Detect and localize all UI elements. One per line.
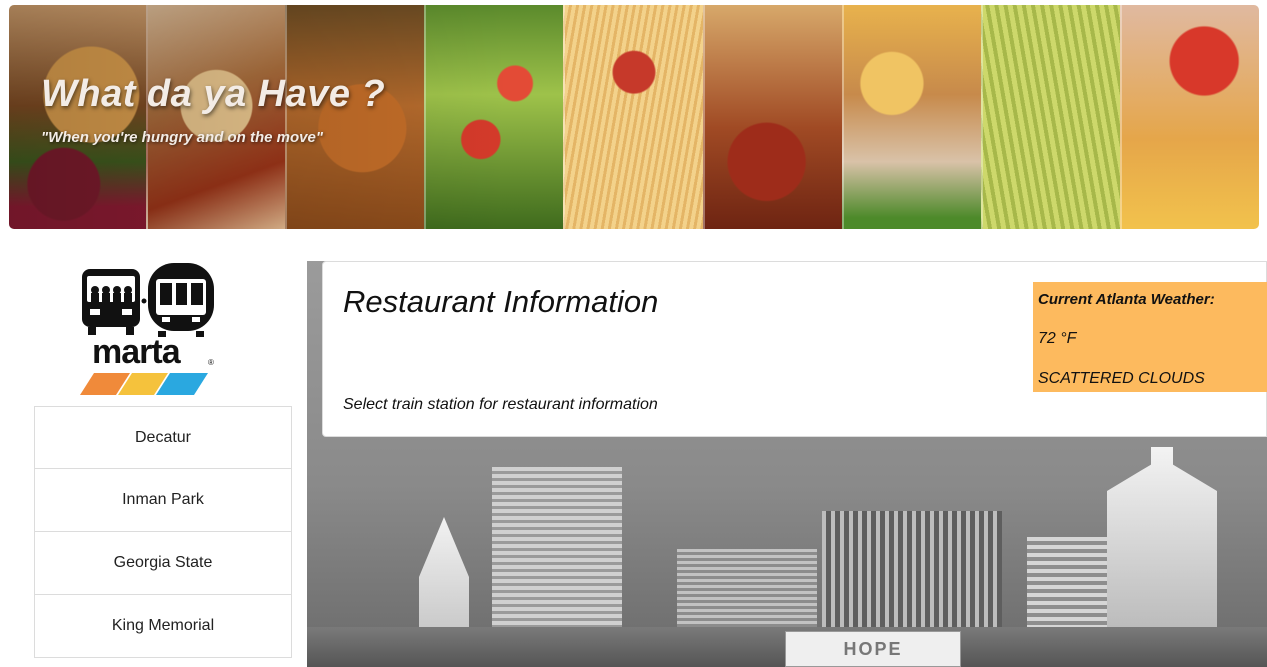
hero-shade <box>9 5 1259 229</box>
station-georgia-state-button[interactable]: Georgia State <box>34 532 292 595</box>
marta-logo: marta ® <box>66 259 220 399</box>
weather-temperature: 72 °F <box>1038 330 1077 347</box>
skyline-sign: HOPE <box>785 631 961 667</box>
site-title: What da ya Have ? <box>41 73 386 115</box>
station-decatur-button[interactable]: Decatur <box>34 406 292 469</box>
restaurant-info-heading: Restaurant Information <box>343 284 659 319</box>
weather-condition: SCATTERED CLOUDS <box>1038 370 1205 387</box>
site-tagline: "When you're hungry and on the move" <box>41 129 323 146</box>
marta-wordmark: marta <box>92 333 181 371</box>
marta-transit-icon <box>80 263 214 395</box>
station-list: Decatur Inman Park Georgia State King Me… <box>34 406 292 658</box>
restaurant-info-instruction: Select train station for restaurant info… <box>343 396 658 413</box>
weather-heading: Current Atlanta Weather: <box>1038 291 1215 308</box>
hero-banner: What da ya Have ? "When you're hungry an… <box>9 5 1259 229</box>
station-inman-park-button[interactable]: Inman Park <box>34 469 292 532</box>
weather-panel: Current Atlanta Weather: 72 °F SCATTERED… <box>1033 282 1267 392</box>
station-king-memorial-button[interactable]: King Memorial <box>34 595 292 658</box>
registered-mark: ® <box>208 358 214 367</box>
